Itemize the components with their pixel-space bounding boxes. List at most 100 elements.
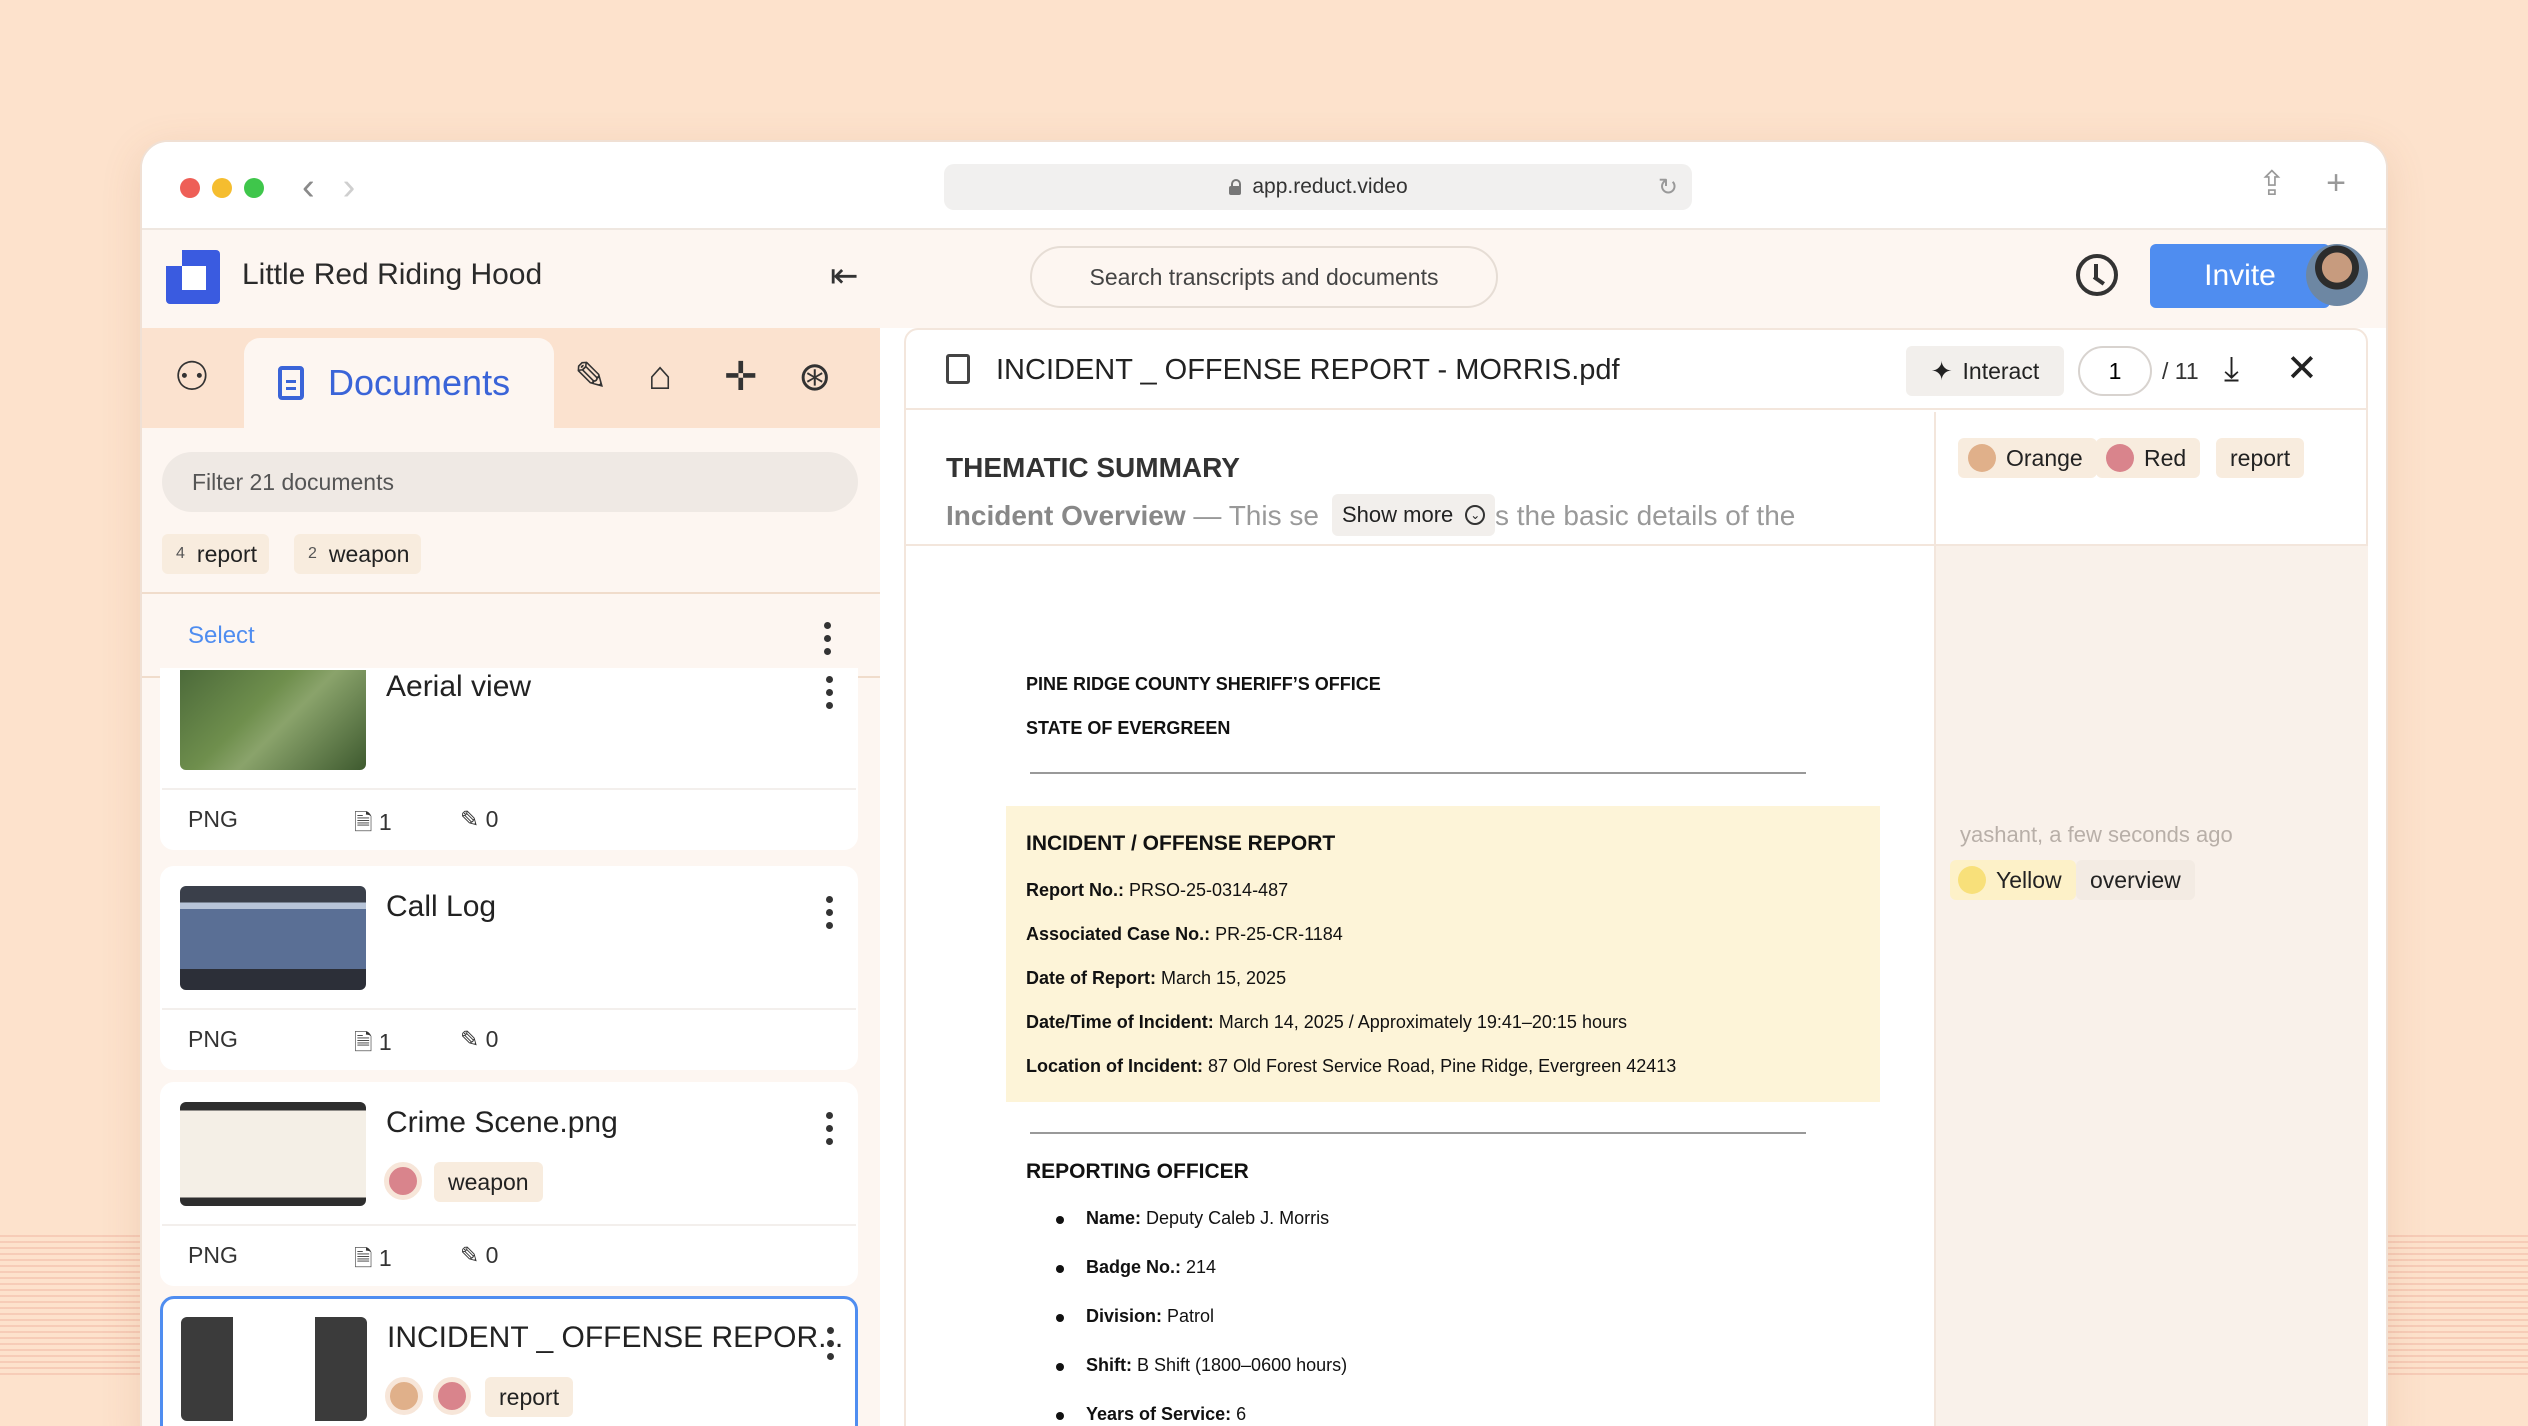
tag-report[interactable]: report [2216, 438, 2305, 478]
aerial-thumbnail [180, 670, 366, 770]
tag-overview[interactable]: overview [2076, 860, 2195, 900]
clock-icon[interactable] [2076, 254, 2118, 296]
red-color-dot [433, 1377, 471, 1415]
bullet [1056, 1265, 1064, 1273]
tab-tag-icon[interactable]: ⌂ [648, 354, 672, 399]
red-color-dot [2106, 444, 2134, 472]
collapse-sidebar-icon[interactable]: ⇤ [830, 256, 859, 296]
forward-arrow-icon[interactable]: › [343, 168, 356, 206]
viewer-header: INCIDENT _ OFFENSE REPORT - MORRIS.pdf ✦… [906, 330, 2366, 410]
annotations-panel: yashant, a few seconds ago Yellow overvi… [1934, 546, 2368, 1426]
invite-button[interactable]: Invite [2150, 244, 2330, 308]
tab-highlighter-icon[interactable]: ✎ [574, 354, 608, 400]
select-link[interactable]: Select [188, 622, 255, 650]
tag-count: 4 [176, 545, 185, 562]
back-arrow-icon[interactable]: ‹ [302, 168, 315, 206]
page-icon: 🗎 [354, 1245, 379, 1271]
reload-icon[interactable]: ↻ [1658, 173, 1678, 202]
more-options-icon[interactable] [827, 1327, 835, 1361]
file-name: INCIDENT _ OFFENSE REPORT - MORRIS.pdf [996, 354, 1620, 386]
pdf-shift: Shift: B Shift (1800–0600 hours) [1086, 1355, 1348, 1375]
browser-chrome: ‹ › app.reduct.video ↻ ⇪ + [142, 142, 2386, 230]
share-icon[interactable]: ⇪ [2258, 164, 2287, 204]
call-log-thumbnail [180, 886, 366, 990]
clip-count: ✎ 0 [460, 1026, 499, 1052]
interact-button[interactable]: ✦ Interact [1906, 346, 2064, 396]
more-options-icon[interactable] [824, 622, 832, 656]
more-options-icon[interactable] [826, 896, 834, 930]
pdf-divider [1030, 772, 1806, 774]
highlight-icon: ✎ [460, 1242, 486, 1268]
lock-icon [1228, 179, 1242, 195]
page-icon: 🗎 [354, 1029, 379, 1055]
maximize-window-button[interactable] [244, 178, 264, 198]
thematic-summary: THEMATIC SUMMARY Incident Overview — Thi… [906, 412, 1934, 546]
url-text: app.reduct.video [1252, 175, 1408, 198]
pdf-years: Years of Service: 6 [1086, 1404, 1247, 1424]
card-footer: PNG 🗎 1 ✎ 0 [162, 1224, 856, 1284]
list-item-selected[interactable]: INCIDENT _ OFFENSE REPOR... report [160, 1296, 858, 1426]
tag-yellow[interactable]: Yellow [1950, 860, 2076, 900]
search-input[interactable]: Search transcripts and documents [1030, 246, 1498, 308]
close-window-button[interactable] [180, 178, 200, 198]
document-title: Call Log [386, 890, 497, 923]
show-more-button[interactable]: Show more ⌄ [1332, 494, 1496, 536]
history-nav: ‹ › [302, 168, 355, 206]
browser-actions: ⇪ + [2258, 164, 2346, 204]
download-icon[interactable]: ⤓ [2224, 350, 2239, 389]
page-count: 🗎 1 [354, 809, 392, 835]
tag-count: 2 [308, 545, 317, 562]
filter-documents-input[interactable]: Filter 21 documents [162, 452, 858, 512]
red-color-dot [384, 1162, 422, 1200]
highlight-icon: ✎ [460, 806, 486, 832]
pdf-heading: INCIDENT / OFFENSE REPORT [1026, 832, 1336, 855]
tag-filter-weapon[interactable]: 2 weapon [294, 534, 422, 574]
list-item[interactable]: Crime Scene.png weapon PNG 🗎 1 ✎ 0 [160, 1082, 858, 1286]
tag-pill[interactable]: weapon [434, 1162, 543, 1202]
tab-add-icon[interactable]: ✛ [724, 354, 758, 400]
tab-speakers-icon[interactable]: ⚇ [174, 354, 210, 400]
avatar[interactable] [2306, 244, 2368, 306]
more-options-icon[interactable] [826, 676, 834, 710]
search-placeholder: Search transcripts and documents [1089, 263, 1439, 290]
document-title: INCIDENT _ OFFENSE REPOR... [387, 1321, 844, 1354]
crime-scene-thumbnail [180, 1102, 366, 1206]
reduct-logo[interactable] [166, 250, 220, 304]
clip-count: ✎ 0 [460, 806, 499, 832]
browser-window: ‹ › app.reduct.video ↻ ⇪ + Little Red Ri… [140, 140, 2388, 1426]
list-item[interactable]: Call Log PNG 🗎 1 ✎ 0 [160, 866, 858, 1070]
tag-red[interactable]: Red [2096, 438, 2201, 478]
documents-sidebar: ⚇ Documents ✎ ⌂ ✛ ⊛ Filter 21 documents … [142, 328, 880, 1426]
more-options-icon[interactable] [826, 1112, 834, 1146]
tag-orange[interactable]: Orange [1958, 438, 2097, 478]
tag-label: weapon [328, 540, 410, 567]
list-item[interactable]: Aerial view PNG 🗎 1 ✎ 0 [160, 668, 858, 850]
page-number-input[interactable]: 1 [2078, 346, 2152, 396]
tag-label: report [196, 540, 257, 567]
bullet [1056, 1314, 1064, 1322]
pdf-state: STATE OF EVERGREEN [1026, 718, 1231, 738]
tag-filter-report[interactable]: 4 report [162, 534, 269, 574]
document-viewer: INCIDENT _ OFFENSE REPORT - MORRIS.pdf ✦… [904, 328, 2368, 1426]
incident-report-thumbnail [181, 1317, 367, 1421]
minimize-window-button[interactable] [212, 178, 232, 198]
select-toolbar: Select [142, 592, 880, 678]
tab-documents[interactable]: Documents [244, 338, 554, 428]
page-count: 🗎 1 [354, 1245, 392, 1271]
filter-placeholder: Filter 21 documents [192, 468, 394, 495]
pdf-badge: Badge No.: 214 [1086, 1257, 1217, 1277]
pdf-divider [1030, 1132, 1806, 1134]
note-meta: yashant, a few seconds ago [1960, 822, 2233, 847]
bullet [1056, 1216, 1064, 1224]
pdf-date: Date of Report: March 15, 2025 [1026, 968, 1287, 988]
sidebar-tabs: ⚇ Documents ✎ ⌂ ✛ ⊛ [142, 328, 880, 428]
file-type: PNG [188, 806, 238, 832]
close-icon[interactable]: ✕ [2286, 346, 2318, 391]
tab-reel-icon[interactable]: ⊛ [798, 354, 832, 400]
tag-pill[interactable]: report [485, 1377, 574, 1417]
new-tab-icon[interactable]: + [2326, 164, 2346, 204]
tab-documents-label: Documents [328, 362, 511, 403]
page-icon: 🗎 [354, 809, 379, 835]
document-title: Crime Scene.png [386, 1106, 618, 1139]
address-bar[interactable]: app.reduct.video ↻ [944, 164, 1692, 210]
